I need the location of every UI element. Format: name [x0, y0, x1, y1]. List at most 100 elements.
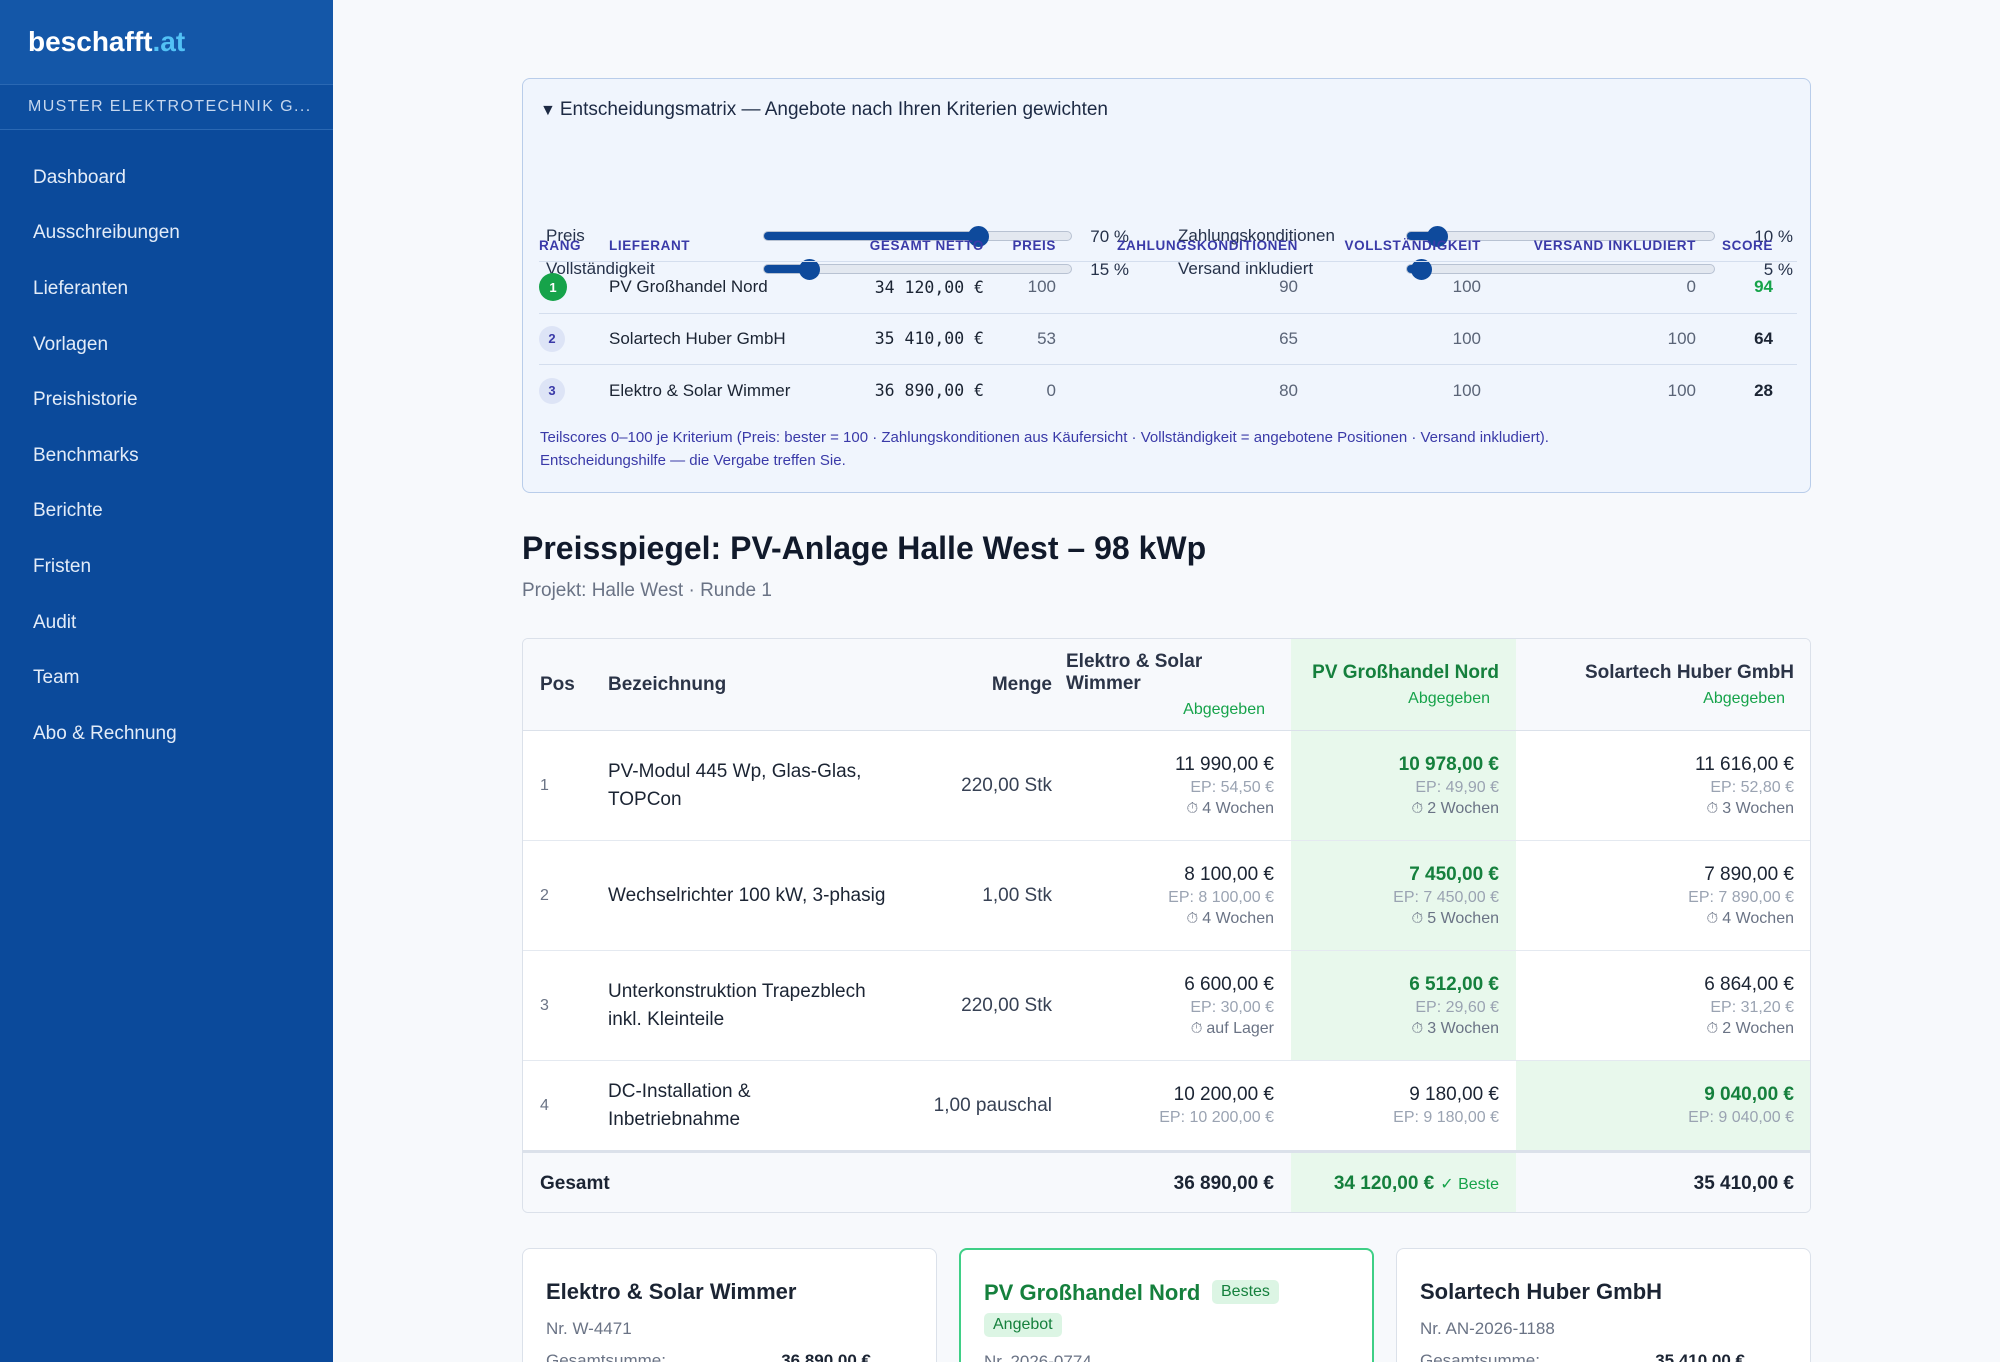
supplier-header-name: Elektro & Solar Wimmer — [1066, 650, 1203, 694]
col-header-shipping: VERSAND INKLUDIERT — [1533, 237, 1696, 253]
price-table-header: Pos Bezeichnung Menge Elektro & Solar Wi… — [523, 639, 1810, 731]
supplier-status: Abgegeben — [1408, 689, 1490, 707]
col-header-quantity: Menge — [991, 673, 1052, 695]
total-score: 94 — [1754, 277, 1773, 297]
stopwatch-icon: ⏱ — [1186, 799, 1199, 817]
unit-price: EP: 29,60 € — [1415, 998, 1499, 1016]
supplier-card[interactable]: Solartech Huber GmbH Nr. AN-2026-1188 Ge… — [1396, 1248, 1811, 1362]
matrix-footnote: Teilscores 0–100 je Kriterium (Preis: be… — [540, 426, 1800, 472]
unit-price: EP: 9 040,00 € — [1688, 1109, 1794, 1126]
sidebar-item-ausschreibungen[interactable]: Ausschreibungen — [0, 206, 333, 262]
item-description-line: TOPCon — [608, 788, 682, 810]
sidebar-item-team[interactable]: Team — [0, 650, 333, 706]
unit-price: EP: 7 890,00 € — [1688, 888, 1794, 906]
sidebar-item-berichte[interactable]: Berichte — [0, 484, 333, 540]
decision-matrix-panel: ▼ Entscheidungsmatrix — Angebote nach Ihr… — [522, 78, 1811, 493]
stopwatch-icon: ⏱ — [1186, 909, 1199, 927]
supplier-name: Solartech Huber GmbH — [609, 328, 786, 348]
stopwatch-icon: ⏱ — [1706, 1019, 1719, 1037]
supplier-card-title: Solartech Huber GmbH — [1420, 1279, 1663, 1304]
stopwatch-icon: ⏱ — [1411, 799, 1424, 817]
decision-matrix-toggle[interactable]: ▼ Entscheidungsmatrix — Angebote nach Ihr… — [540, 99, 1108, 121]
ranking-table-header: RANG LIEFERANT GESAMT NETTO PREIS ZAHLUN… — [539, 229, 1797, 262]
brand-name: beschafft — [28, 26, 153, 57]
table-row: 3 Unterkonstruktion Trapezblech inkl. Kl… — [523, 951, 1810, 1061]
matrix-footnote-line: Teilscores 0–100 je Kriterium (Preis: be… — [540, 429, 1549, 446]
page-subtitle: Projekt: Halle West · Runde 1 — [522, 580, 772, 601]
best-offer-badge: Bestes — [1212, 1280, 1279, 1304]
lead-time-text: 4 Wochen — [1722, 909, 1794, 927]
unit-price: EP: 9 180,00 € — [1393, 1109, 1499, 1126]
col-header-supplier: LIEFERANT — [609, 237, 691, 253]
payment-score: 90 — [1279, 277, 1298, 297]
sidebar-item-audit[interactable]: Audit — [0, 595, 333, 651]
item-quantity: 220,00 Stk — [961, 994, 1052, 1016]
total-cell: 36 890,00 € — [1066, 1153, 1291, 1212]
brand-logo[interactable]: beschafft .at — [0, 0, 333, 85]
completeness-score: 100 — [1452, 277, 1481, 297]
ranking-table: RANG LIEFERANT GESAMT NETTO PREIS ZAHLUN… — [539, 229, 1797, 417]
unit-price: EP: 7 450,00 € — [1393, 888, 1499, 906]
supplier-header-name: Solartech Huber GmbH — [1584, 661, 1794, 683]
net-total: 34 120,00 € — [874, 277, 984, 297]
offer-number: Nr. AN-2026-1188 — [1420, 1319, 1555, 1338]
sum-value: 35 410,00 € — [1655, 1351, 1745, 1362]
sidebar-item-benchmarks[interactable]: Benchmarks — [0, 428, 333, 484]
net-total: 35 410,00 € — [874, 329, 984, 349]
unit-price: EP: 31,20 € — [1710, 998, 1794, 1016]
lead-time: ⏱ 5 Wochen — [1412, 910, 1499, 928]
offer-cell-best: 10 978,00 € EP: 49,90 € ⏱ 2 Wochen — [1291, 731, 1516, 840]
price-comparison-table: Pos Bezeichnung Menge Elektro & Solar Wi… — [522, 638, 1811, 1213]
payment-score: 80 — [1279, 380, 1298, 400]
shipping-score: 100 — [1667, 380, 1696, 400]
offer-amount: 9 180,00 € — [1409, 1084, 1499, 1105]
offer-amount: 6 864,00 € — [1704, 973, 1794, 995]
lead-time-text: 4 Wochen — [1202, 799, 1274, 817]
supplier-column-header: Elektro & Solar Wimmer Abgegeben — [1066, 639, 1291, 730]
sidebar-item-abo-rechnung[interactable]: Abo & Rechnung — [0, 706, 333, 762]
rank-badge: 3 — [539, 377, 565, 404]
sum-value: 36 890,00 € — [781, 1351, 871, 1362]
unit-price: EP: 10 200,00 € — [1159, 1109, 1274, 1126]
net-total: 36 890,00 € — [874, 381, 984, 401]
offer-amount: 11 616,00 € — [1695, 753, 1794, 775]
unit-price: EP: 8 100,00 € — [1168, 888, 1274, 906]
supplier-card[interactable]: Elektro & Solar Wimmer Nr. W-4471 Gesamt… — [522, 1248, 937, 1362]
offer-cell-best: 7 450,00 € EP: 7 450,00 € ⏱ 5 Wochen — [1291, 841, 1516, 950]
sidebar-item-preishistorie[interactable]: Preishistorie — [0, 372, 333, 428]
organization-selector[interactable]: MUSTER ELEKTROTECHNIK G... — [0, 85, 333, 130]
sidebar-item-fristen[interactable]: Fristen — [0, 539, 333, 595]
supplier-card-best[interactable]: PV Großhandel Nord Bestes Angebot Nr. 20… — [959, 1248, 1374, 1362]
ranking-row: 3 Elektro & Solar Wimmer 36 890,00 € 0 8… — [539, 365, 1797, 417]
supplier-status: Abgegeben — [1703, 689, 1785, 707]
lead-time: ⏱ 3 Wochen — [1707, 800, 1794, 818]
table-row: 1 PV-Modul 445 Wp, Glas-Glas, TOPCon 220… — [523, 731, 1810, 841]
brand-tld: .at — [152, 26, 186, 57]
triangle-down-icon: ▼ — [540, 102, 556, 119]
lead-time: ⏱ 2 Wochen — [1707, 1020, 1794, 1038]
unit-price: EP: 30,00 € — [1190, 998, 1274, 1016]
lead-time-text: auf Lager — [1206, 1019, 1274, 1037]
sidebar-item-dashboard[interactable]: Dashboard — [0, 150, 333, 206]
position-number: 3 — [540, 996, 549, 1014]
lead-time-text: 3 Wochen — [1427, 1019, 1499, 1037]
offer-cell: 10 200,00 € EP: 10 200,00 € — [1066, 1061, 1291, 1150]
shipping-score: 0 — [1686, 277, 1696, 297]
offer-amount: 7 890,00 € — [1704, 863, 1794, 885]
sum-label: Gesamtsumme: — [1420, 1351, 1540, 1362]
sidebar-item-vorlagen[interactable]: Vorlagen — [0, 317, 333, 373]
position-number: 1 — [540, 776, 549, 794]
completeness-score: 100 — [1452, 380, 1481, 400]
offer-amount: 8 100,00 € — [1184, 863, 1274, 885]
offer-cell-best: 6 512,00 € EP: 29,60 € ⏱ 3 Wochen — [1291, 951, 1516, 1060]
supplier-header-name: PV Großhandel Nord — [1312, 661, 1499, 683]
item-description: PV-Modul 445 Wp, Glas-Glas, TOPCon — [608, 731, 898, 840]
ranking-row: 2 Solartech Huber GmbH 35 410,00 € 53 65… — [539, 314, 1797, 365]
sidebar-item-lieferanten[interactable]: Lieferanten — [0, 261, 333, 317]
lead-time: ⏱ 4 Wochen — [1187, 800, 1274, 818]
offer-number: Nr. 2026-0774 — [984, 1352, 1092, 1362]
offer-cell: 8 100,00 € EP: 8 100,00 € ⏱ 4 Wochen — [1066, 841, 1291, 950]
supplier-card-title: Elektro & Solar Wimmer — [546, 1279, 797, 1304]
total-cell: 35 410,00 € — [1516, 1153, 1810, 1212]
total-amount: 34 120,00 € — [1333, 1172, 1435, 1194]
